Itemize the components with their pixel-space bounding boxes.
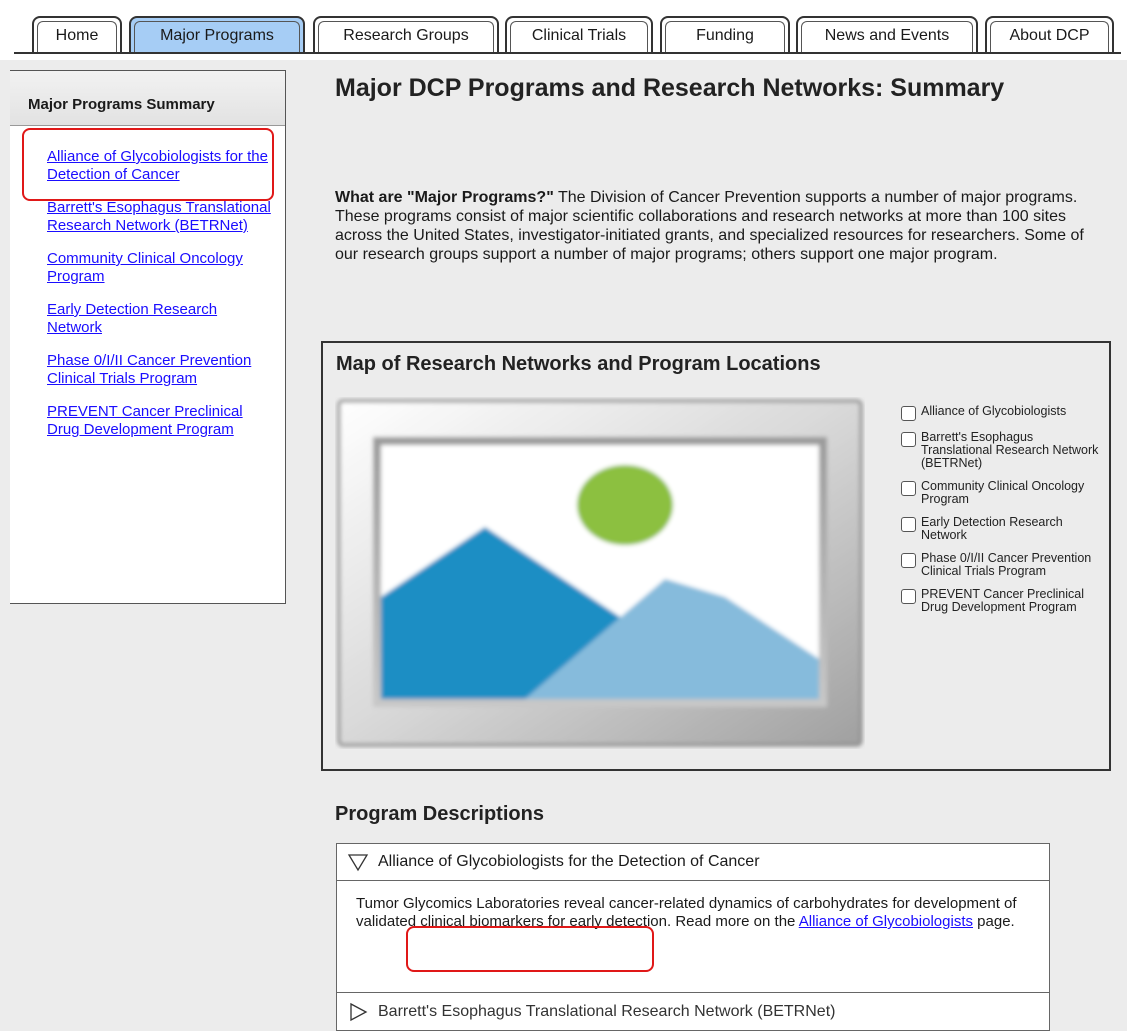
tab-label: Clinical Trials bbox=[531, 27, 627, 44]
sidebar-link-phase-0-i-ii[interactable]: Phase 0/I/II Cancer Prevention Clinical … bbox=[47, 352, 275, 388]
tab-clinical-trials[interactable]: Clinical Trials bbox=[505, 16, 653, 54]
triangle-down-icon bbox=[347, 854, 369, 872]
sidebar: Major Programs Summary Alliance of Glyco… bbox=[10, 70, 286, 604]
accordion-header-alliance[interactable]: Alliance of Glycobiologists for the Dete… bbox=[336, 843, 1050, 881]
legend-checkbox[interactable] bbox=[901, 406, 916, 421]
program-accordion: Alliance of Glycobiologists for the Dete… bbox=[336, 843, 1050, 1031]
sidebar-header: Major Programs Summary bbox=[10, 71, 285, 126]
tab-research-groups[interactable]: Research Groups bbox=[313, 16, 499, 54]
accordion-header-label: Alliance of Glycobiologists for the Dete… bbox=[378, 853, 760, 870]
sidebar-link-alliance-of-glycobiologists[interactable]: Alliance of Glycobiologists for the Dete… bbox=[47, 148, 275, 184]
map-legend: Alliance of Glycobiologists Barrett's Es… bbox=[901, 405, 1101, 624]
sidebar-link-early-detection[interactable]: Early Detection Research Network bbox=[47, 301, 275, 337]
accordion-header-label: Barrett's Esophagus Translational Resear… bbox=[378, 1002, 836, 1020]
legend-label: Phase 0/I/II Cancer Prevention Clinical … bbox=[921, 551, 1092, 578]
legend-label: Community Clinical Oncology Program bbox=[921, 479, 1085, 506]
legend-checkbox[interactable] bbox=[901, 517, 916, 532]
tab-news-and-events[interactable]: News and Events bbox=[796, 16, 978, 54]
tab-label: Home bbox=[55, 27, 99, 44]
accordion-body-alliance: Tumor Glycomics Laboratories reveal canc… bbox=[336, 881, 1050, 993]
legend-item-betrnet[interactable]: Barrett's Esophagus Translational Resear… bbox=[901, 431, 1101, 470]
map-panel: Map of Research Networks and Program Loc… bbox=[321, 341, 1111, 771]
legend-checkbox[interactable] bbox=[901, 553, 916, 568]
tab-about-dcp[interactable]: About DCP bbox=[985, 16, 1114, 54]
program-descriptions-title: Program Descriptions bbox=[335, 803, 544, 825]
top-navigation: Home Major Programs Research Groups Clin… bbox=[0, 0, 1127, 60]
legend-item-community[interactable]: Community Clinical Oncology Program bbox=[901, 480, 1101, 506]
legend-item-early-detection[interactable]: Early Detection Research Network bbox=[901, 516, 1101, 542]
tab-label: Major Programs bbox=[160, 27, 274, 44]
sidebar-links: Alliance of Glycobiologists for the Dete… bbox=[10, 126, 285, 439]
sidebar-link-community-clinical-oncology[interactable]: Community Clinical Oncology Program bbox=[47, 250, 275, 286]
legend-checkbox[interactable] bbox=[901, 432, 916, 447]
legend-label: PREVENT Cancer Preclinical Drug Developm… bbox=[921, 587, 1085, 614]
legend-item-prevent[interactable]: PREVENT Cancer Preclinical Drug Developm… bbox=[901, 588, 1101, 614]
legend-item-alliance[interactable]: Alliance of Glycobiologists bbox=[901, 405, 1101, 421]
image-placeholder-icon bbox=[337, 399, 863, 747]
map-title: Map of Research Networks and Program Loc… bbox=[336, 353, 821, 375]
tab-baseline bbox=[14, 52, 1121, 54]
legend-label: Alliance of Glycobiologists bbox=[921, 404, 1067, 418]
page-title: Major DCP Programs and Research Networks… bbox=[335, 74, 1005, 102]
tab-label: About DCP bbox=[1009, 27, 1090, 44]
tab-label: Funding bbox=[696, 27, 754, 44]
sidebar-link-prevent-cancer[interactable]: PREVENT Cancer Preclinical Drug Developm… bbox=[47, 403, 275, 439]
legend-item-phase[interactable]: Phase 0/I/II Cancer Prevention Clinical … bbox=[901, 552, 1101, 578]
accordion-body-text-end: page. bbox=[973, 913, 1015, 930]
intro-bold-lead: What are "Major Programs?" bbox=[335, 189, 554, 206]
alliance-of-glycobiologists-link[interactable]: Alliance of Glycobiologists bbox=[799, 913, 973, 930]
legend-label: Barrett's Esophagus Translational Resear… bbox=[921, 430, 1099, 470]
accordion-header-betrnet[interactable]: Barrett's Esophagus Translational Resear… bbox=[336, 993, 1050, 1031]
legend-checkbox[interactable] bbox=[901, 481, 916, 496]
legend-checkbox[interactable] bbox=[901, 589, 916, 604]
tab-home[interactable]: Home bbox=[32, 16, 122, 54]
triangle-right-icon bbox=[350, 1002, 368, 1021]
sidebar-link-betrnet[interactable]: Barrett's Esophagus Translational Resear… bbox=[47, 199, 275, 235]
intro-paragraph: What are "Major Programs?" The Division … bbox=[335, 188, 1095, 264]
main-content: Major DCP Programs and Research Networks… bbox=[287, 60, 1127, 1031]
tab-label: News and Events bbox=[824, 27, 950, 44]
tab-label: Research Groups bbox=[343, 27, 469, 44]
tab-major-programs[interactable]: Major Programs bbox=[129, 16, 305, 54]
tab-funding[interactable]: Funding bbox=[660, 16, 790, 54]
legend-label: Early Detection Research Network bbox=[921, 515, 1063, 542]
